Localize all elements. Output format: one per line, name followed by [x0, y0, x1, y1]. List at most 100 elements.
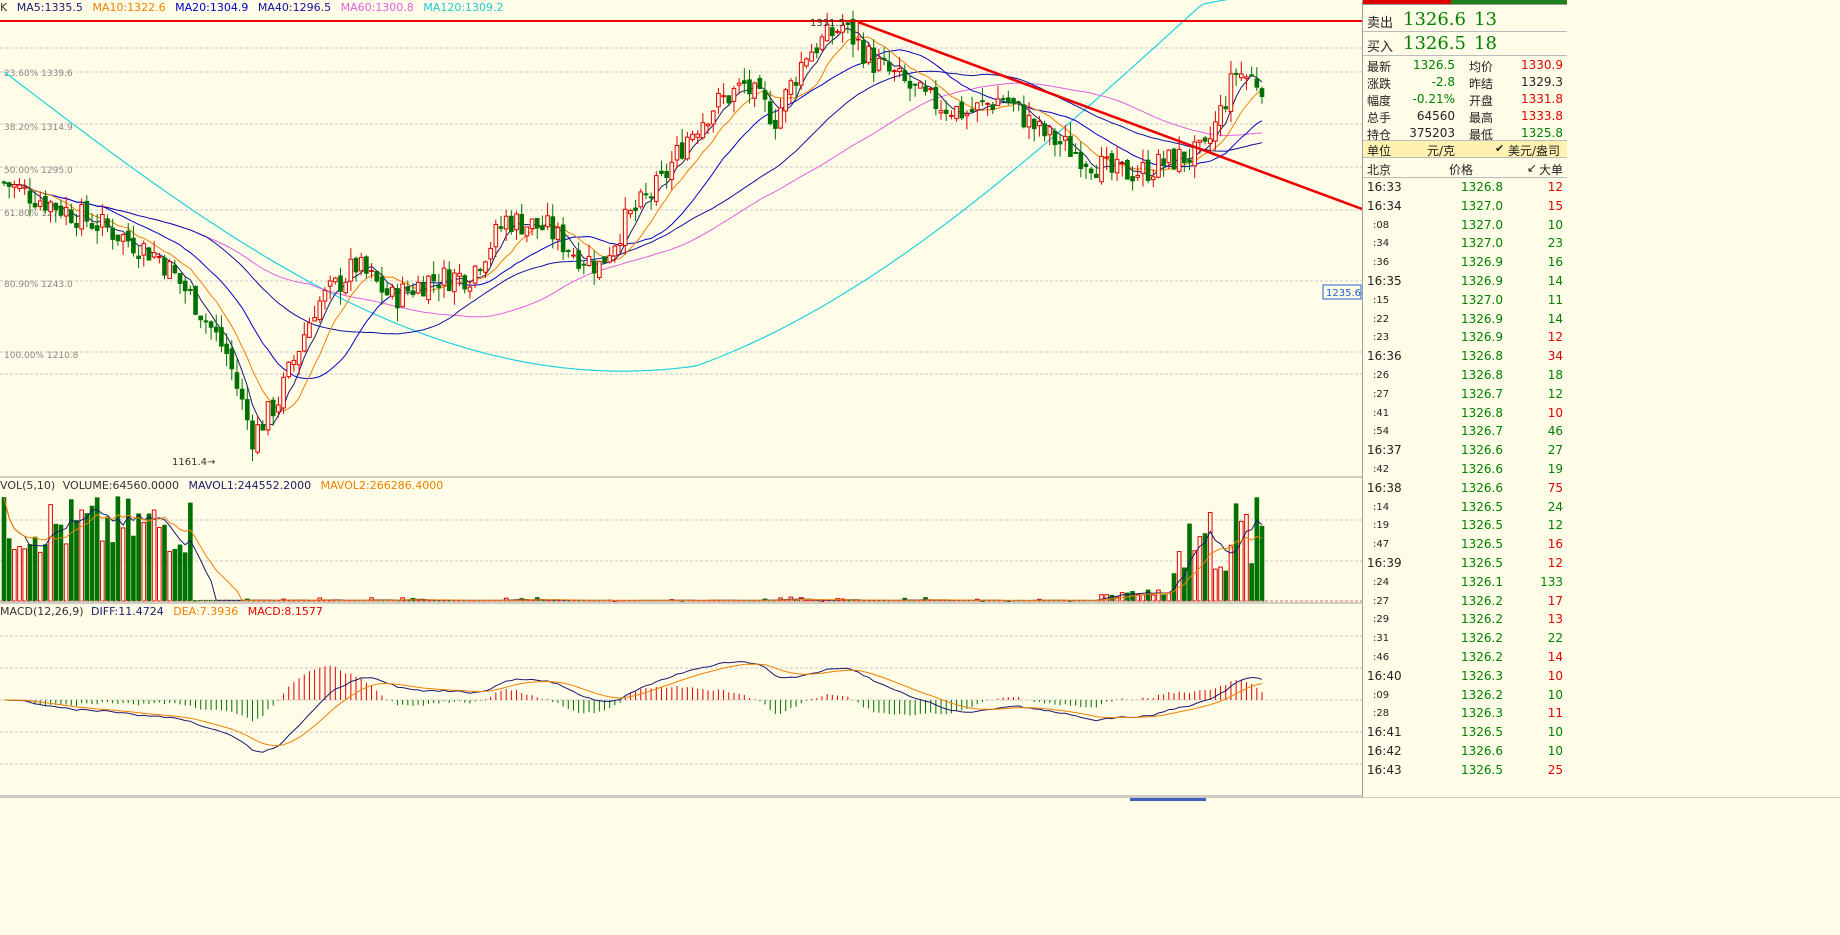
sort-icon[interactable]: ↙	[1527, 161, 1537, 175]
candle-body	[286, 361, 292, 378]
tick-row[interactable]: :22 1326.9 14	[1363, 310, 1567, 328]
tick-row[interactable]: :29 1326.2 13	[1363, 610, 1567, 628]
unit-alt[interactable]: 美元/盎司	[1508, 142, 1560, 159]
kline-chart-panel[interactable]: 23.60% 1339.6 38.20% 1314.9 50.00% 1295.0 6…	[0, 0, 1362, 797]
candle-body	[1135, 174, 1141, 178]
ask-label: 卖出	[1367, 16, 1394, 31]
tick-time: 16:42	[1367, 744, 1402, 758]
candle-body	[379, 276, 385, 293]
stat-label: 昨结	[1469, 77, 1494, 91]
candle-body	[773, 119, 778, 129]
tick-row[interactable]: :14 1326.5 24	[1363, 498, 1567, 516]
candle-body	[415, 281, 421, 294]
candle-body	[37, 200, 43, 207]
candle-body	[622, 208, 628, 246]
candle-body	[607, 255, 613, 263]
tick-row[interactable]: :34 1327.0 23	[1363, 234, 1567, 252]
candle-body	[115, 234, 121, 242]
tick-qty: 16	[1547, 255, 1563, 270]
volume-bar	[125, 498, 131, 602]
tick-qty: 14	[1547, 311, 1563, 326]
kline-chart-canvas[interactable]: 23.60% 1339.638.20% 1314.950.00% 1295.06…	[0, 0, 1362, 797]
tick-qty: 46	[1547, 424, 1563, 439]
candle-body	[1088, 168, 1094, 174]
fib-label: 80.90% 1243.0	[4, 280, 73, 290]
scroll-indicator[interactable]	[1130, 798, 1206, 801]
candle-body	[902, 70, 908, 82]
candle-body	[597, 260, 602, 279]
tick-qty: 22	[1547, 631, 1563, 646]
tick-price: 1326.3	[1461, 668, 1503, 683]
tick-row[interactable]: :31 1326.2 22	[1363, 629, 1567, 647]
candle-body	[798, 61, 804, 86]
tick-row[interactable]: :47 1326.5 16	[1363, 535, 1567, 553]
tick-row[interactable]: :24 1326.1 133	[1363, 573, 1567, 591]
candle-body	[778, 107, 783, 129]
candle-body	[571, 254, 576, 257]
volume-bar	[188, 502, 193, 602]
tick-row[interactable]: 16:41 1326.5 10	[1363, 723, 1567, 741]
tick-time: :42	[1373, 464, 1390, 475]
tick-row[interactable]: 16:38 1326.6 75	[1363, 479, 1567, 497]
tick-row[interactable]: 16:39 1326.5 12	[1363, 554, 1567, 572]
unit-value[interactable]: 元/克	[1427, 142, 1455, 159]
candle-body	[146, 247, 152, 261]
tick-price: 1326.6	[1461, 443, 1503, 458]
tick-row[interactable]: :19 1326.5 12	[1363, 516, 1567, 534]
tick-row[interactable]: :36 1326.9 16	[1363, 253, 1567, 271]
tick-row[interactable]: 16:33 1326.8 12	[1363, 178, 1567, 196]
tick-row[interactable]: 16:42 1326.6 10	[1363, 742, 1567, 760]
tick-header-qty: 大单	[1539, 163, 1564, 177]
candle-body	[151, 252, 157, 258]
fib-label: 23.60% 1339.6	[4, 69, 73, 79]
candle-body	[1016, 101, 1021, 104]
candle-body	[897, 67, 902, 72]
tick-row[interactable]: :15 1327.0 11	[1363, 291, 1567, 309]
ask-price: 1326.6	[1403, 9, 1466, 30]
candle-body	[747, 79, 752, 95]
tick-row[interactable]: :54 1326.7 46	[1363, 422, 1567, 440]
candle-body	[695, 133, 701, 138]
tick-row[interactable]: 16:35 1326.9 14	[1363, 272, 1567, 290]
candle-body	[659, 170, 664, 174]
macd-value: MACD:8.1577	[247, 605, 323, 618]
tick-time: :19	[1373, 520, 1390, 532]
tick-row[interactable]: :08 1327.0 10	[1363, 216, 1567, 234]
tick-row[interactable]: :41 1326.8 10	[1363, 404, 1567, 422]
stat-value: 64560	[1416, 109, 1455, 123]
tick-price: 1326.2	[1461, 687, 1503, 702]
tick-row[interactable]: :26 1326.8 18	[1363, 366, 1567, 384]
volume-bar	[63, 543, 69, 602]
candle-body	[933, 87, 939, 110]
tick-time: :54	[1373, 426, 1390, 438]
tick-row[interactable]: :27 1326.7 12	[1363, 385, 1567, 403]
tick-row[interactable]: 16:43 1326.5 25	[1363, 761, 1567, 779]
tick-row[interactable]: 16:36 1326.8 34	[1363, 347, 1567, 365]
tick-row[interactable]: 16:40 1326.3 10	[1363, 667, 1567, 685]
candle-body	[172, 264, 178, 274]
volume-bar	[84, 513, 90, 602]
candle-body	[1104, 156, 1110, 159]
volume-bar	[131, 535, 136, 602]
candle-body	[421, 281, 426, 297]
candle-body	[1109, 153, 1115, 173]
tick-row[interactable]: :42 1326.6 19	[1363, 460, 1567, 478]
tick-price: 1326.8	[1461, 405, 1503, 420]
tick-row[interactable]: 16:34 1327.0 15	[1363, 197, 1567, 215]
check-icon[interactable]: ✔	[1495, 142, 1504, 155]
volume-bar	[1207, 511, 1213, 602]
tick-row[interactable]: 16:37 1326.6 27	[1363, 441, 1567, 459]
candle-body	[1073, 152, 1078, 155]
tick-row[interactable]: :46 1326.2 14	[1363, 648, 1567, 666]
candle-body	[1207, 138, 1213, 144]
tick-row[interactable]: :27 1326.2 17	[1363, 592, 1567, 610]
tick-row[interactable]: :28 1326.3 11	[1363, 704, 1567, 722]
candle-body	[534, 218, 540, 229]
tick-row[interactable]: :09 1326.2 10	[1363, 686, 1567, 704]
candle-body	[555, 227, 561, 241]
ma40-legend: MA40:1296.5	[257, 1, 332, 14]
candle-body	[177, 273, 183, 284]
volume-bar	[105, 516, 110, 602]
volume-bar	[58, 524, 64, 602]
tick-row[interactable]: :23 1326.9 12	[1363, 328, 1567, 346]
